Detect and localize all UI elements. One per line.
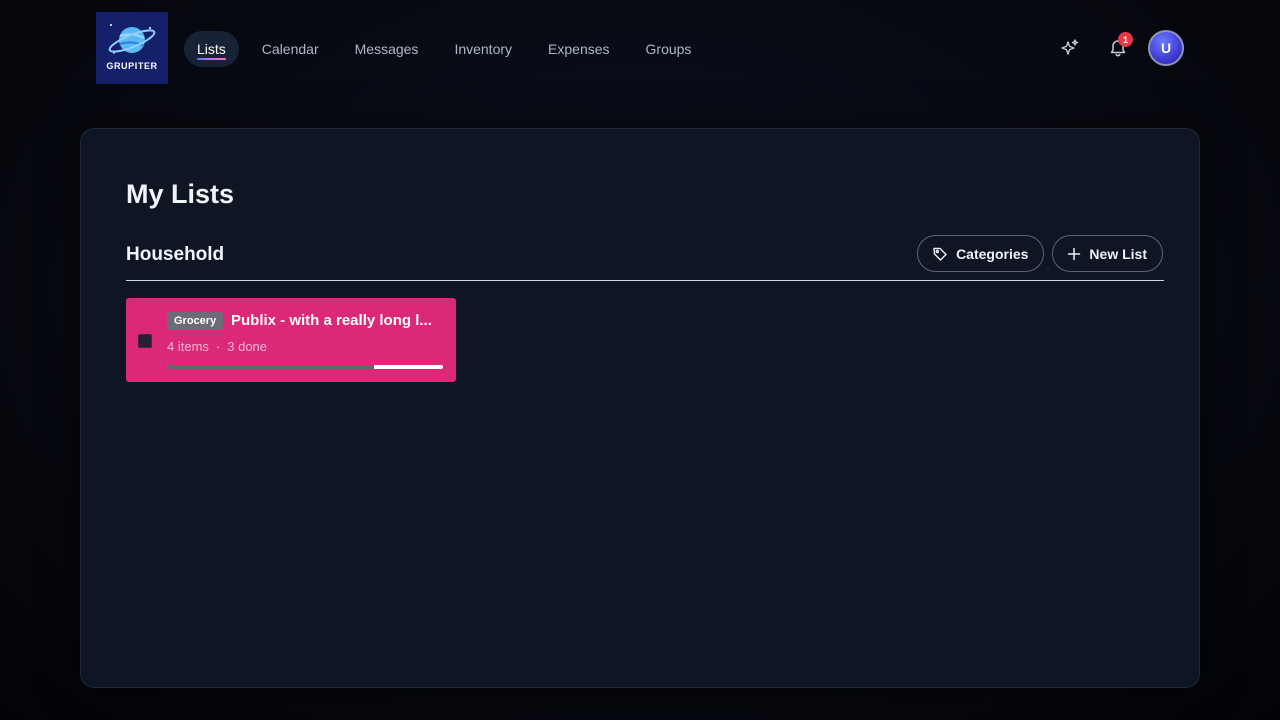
nav-item-groups[interactable]: Groups [633, 31, 705, 67]
group-title: Household [126, 244, 225, 265]
list-title: Publix - with a really long l... [231, 312, 432, 329]
tag-icon [933, 247, 947, 261]
user-avatar[interactable]: U [1148, 30, 1184, 66]
item-count: 4 items [167, 339, 209, 354]
plus-icon [1068, 247, 1081, 260]
list-progress-fill [167, 365, 374, 369]
nav-item-lists[interactable]: Lists [184, 31, 239, 67]
categories-button[interactable]: Categories [917, 235, 1045, 272]
notification-count-badge: 1 [1118, 32, 1133, 47]
new-list-button-label: New List [1089, 245, 1147, 262]
nav-item-calendar[interactable]: Calendar [249, 31, 332, 67]
top-navigation-bar: GRUPITER Lists Calendar Messages Invento… [0, 0, 1280, 96]
group-actions: Categories New List [909, 235, 1163, 272]
list-progress-bar [167, 365, 443, 369]
nav-item-expenses[interactable]: Expenses [535, 31, 622, 67]
ai-assistant-button[interactable] [1052, 30, 1088, 66]
meta-separator: · [215, 339, 221, 354]
nav-item-inventory[interactable]: Inventory [441, 31, 525, 67]
main-nav: Lists Calendar Messages Inventory Expens… [184, 31, 714, 67]
list-meta: 4 items · 3 done [167, 339, 267, 354]
header-actions: 1 U [1040, 30, 1184, 66]
list-checkbox[interactable] [138, 334, 152, 348]
app-logo[interactable]: GRUPITER [96, 12, 168, 84]
planet-logo-icon [108, 24, 156, 54]
lists-panel: My Lists Household Categories New List G… [80, 128, 1200, 688]
new-list-button[interactable]: New List [1052, 235, 1163, 272]
notifications-button[interactable]: 1 [1100, 30, 1136, 66]
categories-button-label: Categories [956, 245, 1029, 262]
sparkles-icon [1061, 39, 1079, 55]
page-title: My Lists [126, 179, 235, 209]
done-count: 3 done [227, 339, 268, 354]
nav-item-messages[interactable]: Messages [342, 31, 432, 67]
list-card[interactable]: Grocery Publix - with a really long l...… [126, 298, 456, 382]
group-divider [126, 280, 1164, 281]
logo-text: GRUPITER [106, 61, 158, 71]
category-tag: Grocery [167, 312, 224, 330]
